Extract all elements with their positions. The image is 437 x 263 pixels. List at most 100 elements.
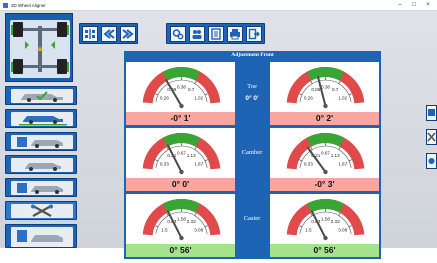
workspace: Adjustment Front 0.26 0.060.380.7 1.02 -0° … (0, 11, 437, 259)
gauge-green-zone (162, 199, 201, 213)
car-side-icon (428, 109, 435, 116)
report-button[interactable] (208, 26, 224, 42)
gauge-tick-label: 0.33 (160, 161, 169, 166)
nav-vehicle-steer[interactable] (5, 178, 77, 197)
printer-icon (230, 29, 240, 40)
side-tool-1[interactable] (426, 105, 437, 121)
gauge-green-zone (306, 67, 345, 81)
gauge-green-zone (162, 67, 201, 81)
gauge-tick (299, 159, 303, 162)
car-runout-icon (25, 163, 61, 171)
gauge-tick (310, 146, 313, 150)
title-bar: 3D Wheel Aligner – □ × (0, 0, 437, 11)
measure-label: Caster (243, 215, 261, 222)
gauge-hub (323, 235, 328, 241)
car-report-icon (17, 230, 63, 242)
nav-vehicle-measure[interactable] (5, 132, 77, 151)
gauge-right: 0.26 0.06 0.38 0.7 1.02 0° 2' (269, 61, 380, 125)
nav-vehicle-report[interactable] (5, 224, 77, 248)
app-window: 3D Wheel Aligner – □ × Adjustment Front … (0, 0, 437, 259)
gauge-value: 0° 2' (270, 112, 379, 125)
gauge-tick-label: 1.02 (194, 95, 203, 100)
gauge-tick (194, 146, 197, 150)
document-icon (211, 28, 221, 40)
wheel-icon (428, 158, 435, 164)
gauge-tick (204, 225, 208, 228)
gauge-green-zone (306, 133, 345, 147)
gauge-tick-label: 0.26 (304, 95, 313, 100)
measure-caster: Caster (236, 193, 268, 257)
gauge-hub (179, 103, 184, 109)
gauge-tick-label: 1.67 (338, 161, 347, 166)
vehicle-diagram (10, 20, 70, 78)
forward-button[interactable] (120, 26, 136, 42)
gauge-tick (204, 93, 208, 96)
side-tool-2[interactable] (426, 129, 437, 145)
side-tool-3[interactable] (426, 153, 437, 169)
gauge-tick-label: 0.7 (332, 87, 339, 92)
back-button[interactable] (101, 26, 117, 42)
gauge-value: 0° 0' (126, 178, 235, 191)
gauge-right: 0.33 0.21 0.67 1.13 1.67 -0° 3' (269, 127, 380, 191)
nav-vehicle-adjust[interactable] (5, 201, 77, 220)
gauge-tick-label: 1.13 (187, 153, 196, 158)
gauge-tick (338, 212, 341, 216)
gauge-tick-label: 3.08 (194, 227, 203, 232)
gauge-left: 0.260.060.380.71.02-0° 1' (125, 61, 236, 125)
wrench-tool-icon (31, 204, 53, 217)
gauge-tick-label: 1.58 (321, 217, 330, 222)
wrench-icon (427, 132, 436, 142)
car-axle-diagram (11, 22, 69, 74)
gauge-hub (323, 103, 328, 109)
gauge-green-zone (162, 133, 201, 147)
gauge-tick-label: 0.06 (311, 87, 320, 92)
car-view-button[interactable] (82, 26, 98, 42)
gauge-left: 1.5 0.83 1.58 2.33 3.08 0° 56' (125, 193, 236, 257)
customers-button[interactable] (189, 26, 205, 42)
gauge-tick (155, 225, 159, 228)
gauge-value: 0° 56' (126, 244, 235, 257)
car-measure-icon (17, 137, 63, 148)
measure-label: Camber (241, 149, 263, 156)
window-title: 3D Wheel Aligner (11, 3, 46, 8)
nav-vehicle-check[interactable] (5, 86, 77, 105)
gauge-right: 1.5 0.83 1.58 2.33 3.08 0° 56' (269, 193, 380, 257)
vehicle-overview[interactable] (5, 13, 73, 82)
panel-title: Adjustment Front (124, 51, 381, 60)
gauge-tick (194, 212, 197, 216)
gauge-tick-label: 0.26 (160, 95, 169, 100)
nav-vehicle-lift[interactable] (5, 109, 77, 128)
users-icon (192, 30, 202, 39)
exit-button[interactable] (246, 26, 262, 42)
car-lift-icon (19, 116, 67, 126)
gauge-value: -0° 1' (126, 112, 235, 125)
gauge-needle (310, 210, 327, 239)
side-tools (426, 105, 437, 169)
measure-total: 0° 0' (245, 95, 259, 102)
gauge-hub (323, 169, 328, 175)
gauge-tick-label: 1.5 (161, 227, 168, 232)
gauge-tick (299, 93, 303, 96)
gauge-tick-label: 0.38 (321, 85, 330, 90)
gauge-tick (194, 80, 197, 84)
gauge-tick-label: 2.33 (187, 219, 196, 224)
exit-icon (248, 28, 260, 40)
adjustment-panel: Adjustment Front 0.26 0.060.380.7 1.02 -0° … (124, 51, 381, 259)
gauge-tick (155, 159, 159, 162)
settings-button[interactable] (170, 26, 186, 42)
gears-icon (172, 29, 184, 40)
gauge-tick (348, 225, 352, 228)
gauge-value: -0° 3' (270, 178, 379, 191)
gauge-tick-label: 1.58 (177, 217, 186, 222)
close-icon[interactable]: × (421, 0, 435, 11)
gauge-tick-label: 0.67 (177, 151, 186, 156)
gauge-tick-label: 2.33 (331, 219, 340, 224)
maximize-icon[interactable]: □ (407, 0, 421, 11)
double-chevron-left-icon (103, 29, 115, 39)
gauge-tick-label: 1.5 (305, 227, 312, 232)
print-button[interactable] (227, 26, 243, 42)
car-axle-icon (85, 29, 95, 39)
gauge-tick (338, 80, 341, 84)
nav-vehicle-runout[interactable] (5, 155, 77, 174)
minimize-icon[interactable]: – (393, 0, 407, 11)
